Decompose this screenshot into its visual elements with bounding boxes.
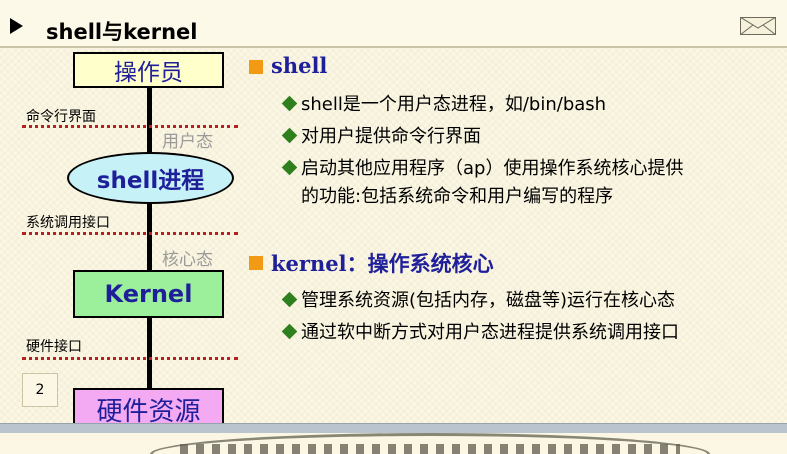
list-item: 对用户提供命令行界面 (281, 122, 481, 148)
envelope-icon[interactable] (740, 17, 776, 35)
kernel-box: Kernel (73, 270, 224, 318)
shell-process-ellipse: shell进程 (67, 152, 234, 204)
list-item: 通过软中断方式对用户态进程提供系统调用接口 (281, 318, 679, 344)
list-item-continuation: 的功能:包括系统命令和用户编写的程序 (301, 186, 614, 207)
diamond-bullet-icon (281, 159, 298, 176)
bottom-strip (0, 423, 787, 433)
section-square-icon (249, 256, 263, 270)
list-item: 启动其他应用程序（ap）使用操作系统核心提供 (281, 154, 683, 180)
diamond-bullet-icon (281, 127, 298, 144)
title-divider (0, 46, 787, 48)
list-item: 管理系统资源(包括内存，磁盘等)运行在核心态 (281, 286, 675, 312)
cmd-interface-label: 命令行界面 (26, 109, 96, 125)
bridge-rail-decoration (180, 444, 680, 454)
syscall-interface-label: 系统调用接口 (26, 215, 110, 231)
play-arrow-icon (10, 18, 23, 34)
diamond-bullet-icon (281, 323, 298, 340)
shell-heading: shell (271, 53, 328, 78)
user-mode-label: 用户态 (162, 132, 213, 152)
diamond-bullet-icon (281, 95, 298, 112)
kernel-mode-label: 核心态 (162, 250, 213, 270)
operator-box: 操作员 (73, 52, 224, 88)
section-square-icon (249, 60, 263, 74)
hw-interface-label: 硬件接口 (26, 339, 82, 355)
hw-interface-divider (22, 357, 238, 360)
diagram-vertical-line (147, 86, 152, 426)
page-number: 2 (22, 373, 58, 407)
list-item: shell是一个用户态进程，如/bin/bash (281, 90, 606, 116)
slide-title: shell与kernel (46, 20, 198, 44)
syscall-interface-divider (22, 232, 238, 235)
kernel-heading: kernel：操作系统核心 (271, 251, 494, 276)
diamond-bullet-icon (281, 291, 298, 308)
